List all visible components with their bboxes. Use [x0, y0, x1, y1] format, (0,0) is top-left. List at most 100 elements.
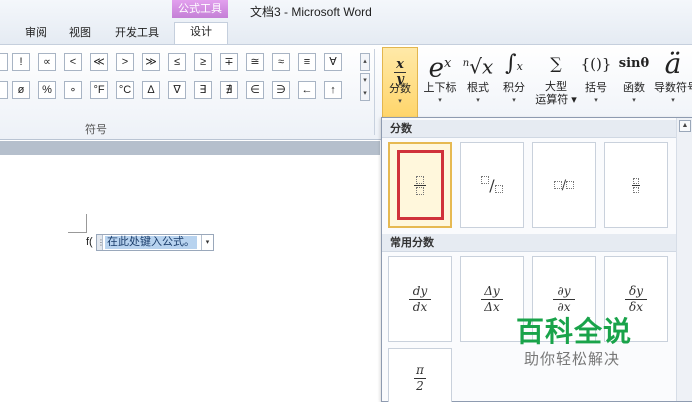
symbol-button[interactable]: °F	[90, 81, 108, 99]
symbol-button[interactable]: ≥	[194, 53, 212, 71]
equation-handle[interactable]: ⋮	[97, 235, 105, 250]
symbol-button[interactable]: >	[116, 53, 134, 71]
symbol-cut[interactable]	[0, 81, 8, 99]
symbol-button[interactable]: ∈	[246, 81, 264, 99]
tab-review[interactable]: 审阅	[18, 24, 54, 44]
integral-icon: ∫x	[505, 51, 523, 76]
radical-icon: n√x	[462, 54, 494, 79]
radical-label: 根式	[467, 82, 489, 94]
accent-button[interactable]: ä 导数符号 ▾	[654, 47, 692, 119]
page-corner-mark	[86, 214, 87, 233]
function-label: 函数	[623, 82, 645, 94]
equation-placeholder[interactable]: 在此处键入公式。	[105, 236, 197, 249]
symbol-button[interactable]: ≪	[90, 53, 108, 71]
ribbon-divider	[374, 49, 375, 135]
integral-label: 积分	[503, 82, 525, 94]
script-button[interactable]: ex 上下标 ▾	[420, 47, 460, 119]
numerator: ∂y	[557, 283, 571, 298]
symbol-button[interactable]: ∆	[142, 81, 160, 99]
watermark-logo-text: 百科全说	[516, 316, 633, 347]
symbol-button[interactable]: ∇	[168, 81, 186, 99]
symbol-button[interactable]: <	[64, 53, 82, 71]
linear-fraction-glyph: /	[533, 143, 595, 227]
summation-icon: ∑	[550, 54, 562, 73]
script-label: 上下标	[423, 82, 457, 94]
symbol-button[interactable]: !	[12, 53, 30, 71]
fraction-pi-over-2-option[interactable]: π2	[388, 348, 452, 402]
document-title: 文档3 - Microsoft Word	[250, 5, 372, 19]
symbols-group-label: 符号	[85, 124, 107, 136]
function-icon: sinθ	[618, 56, 650, 71]
numerator: δy	[628, 283, 643, 298]
chevron-down-icon: ▾	[476, 97, 480, 104]
symbol-button[interactable]: ∘	[64, 81, 82, 99]
bracket-icon: {()}	[580, 55, 612, 73]
function-button[interactable]: sinθ 函数 ▾	[616, 47, 652, 119]
tab-view[interactable]: 视图	[62, 24, 98, 44]
gallery-section-fraction: 分数	[382, 120, 676, 138]
symbol-button[interactable]: ∀	[324, 53, 342, 71]
denominator: Δx	[484, 299, 500, 314]
highlight-rectangle	[397, 150, 444, 220]
integral-button[interactable]: ∫x 积分 ▾	[498, 47, 530, 119]
bracket-button[interactable]: {()} 括号 ▾	[580, 47, 612, 119]
symbol-button[interactable]: %	[38, 81, 56, 99]
numerator: π	[416, 362, 424, 377]
tab-design[interactable]: 设计	[174, 22, 228, 45]
fraction-linear-option[interactable]: /	[532, 142, 596, 228]
equation-tools-context-label: 公式工具	[172, 0, 228, 18]
superscript-icon: ex	[428, 53, 452, 84]
watermark-slogan: 助你轻松解决	[524, 351, 621, 368]
symbols-more-button[interactable]: ▾ ▾	[360, 73, 370, 101]
fraction-button[interactable]: xy 分数 ▾	[382, 47, 418, 119]
tab-developer[interactable]: 开发工具	[108, 24, 166, 44]
document-page[interactable]	[0, 141, 380, 402]
fraction-stacked-option[interactable]	[388, 142, 452, 228]
symbol-button[interactable]: ∋	[272, 81, 290, 99]
equation-box[interactable]: ⋮ 在此处键入公式。 ▾	[96, 234, 214, 251]
radical-button[interactable]: n√x 根式 ▾	[462, 47, 494, 119]
chevron-down-icon: ▾	[438, 97, 442, 104]
symbol-button[interactable]: ≈	[272, 53, 290, 71]
pi-over-2-glyph: π2	[389, 349, 451, 402]
fraction-skewed-option[interactable]: /	[460, 142, 524, 228]
symbol-button[interactable]: ∄	[220, 81, 238, 99]
page-corner-mark	[68, 232, 86, 233]
symbol-button[interactable]: ≅	[246, 53, 264, 71]
numerator: dy	[412, 283, 428, 298]
chevron-down-icon: ▾	[398, 98, 402, 105]
chevron-down-icon: ▾	[594, 97, 598, 104]
fraction-delta-option[interactable]: Δy Δx	[460, 256, 524, 342]
dy-dx-glyph: dy dx	[389, 257, 451, 341]
small-fraction-glyph	[605, 143, 667, 227]
numerator: Δy	[484, 283, 500, 298]
symbol-button[interactable]: ∓	[220, 53, 238, 71]
symbol-button[interactable]: ↑	[324, 81, 342, 99]
symbol-button[interactable]: ∝	[38, 53, 56, 71]
symbol-button[interactable]: ∃	[194, 81, 212, 99]
fraction-dy-dx-option[interactable]: dy dx	[388, 256, 452, 342]
bracket-label: 括号	[585, 82, 607, 94]
chevron-down-icon: ▾	[671, 97, 675, 104]
symbol-button[interactable]: °C	[116, 81, 134, 99]
symbol-button[interactable]: ø	[12, 81, 30, 99]
title-bar: 公式工具 文档3 - Microsoft Word 审阅 视图 开发工具 设计	[0, 0, 692, 45]
document-ruler-strip	[0, 141, 380, 155]
scroll-up-icon[interactable]: ▲	[679, 120, 691, 132]
gallery-scrollbar[interactable]: ▲	[676, 118, 692, 401]
fraction-small-option[interactable]	[604, 142, 668, 228]
accent-label: 导数符号	[654, 82, 692, 94]
symbol-button[interactable]: ←	[298, 81, 316, 99]
symbols-scroll-up[interactable]: ▴	[360, 53, 370, 71]
symbol-button[interactable]: ≡	[298, 53, 316, 71]
function-text: f(	[86, 236, 93, 248]
skewed-fraction-glyph: /	[461, 143, 523, 227]
symbol-cut[interactable]	[0, 53, 8, 71]
fraction-icon: xy	[383, 48, 417, 86]
equation-options-dropdown[interactable]: ▾	[201, 235, 213, 250]
symbol-button[interactable]: ≫	[142, 53, 160, 71]
chevron-down-icon: ▾	[512, 97, 516, 104]
symbol-button[interactable]: ≤	[168, 53, 186, 71]
large-operator-button[interactable]: ∑ 大型 运算符 ▾	[534, 47, 578, 119]
denominator: dx	[412, 299, 428, 314]
